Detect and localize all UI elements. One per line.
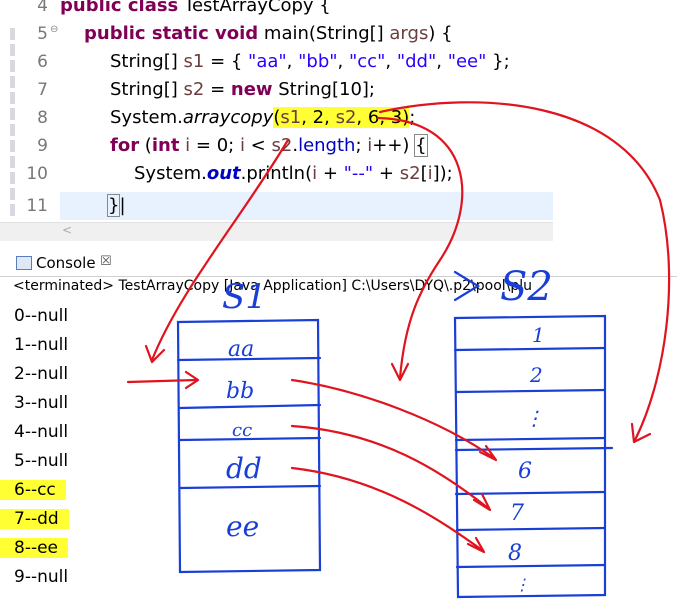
s1-cell: dd: [226, 452, 262, 485]
s1-cell: bb: [226, 379, 254, 404]
s2-cell: 7: [510, 501, 524, 526]
s2-cell: 1: [532, 323, 545, 347]
s1-cell: ee: [226, 510, 259, 543]
s1-cell: aa: [228, 337, 254, 362]
s1-cell: cc: [232, 420, 252, 441]
s2-cell: 2: [529, 363, 543, 387]
s2-label: S2: [500, 264, 553, 310]
s2-cell: ⋮: [514, 575, 530, 594]
s2-cell: 8: [508, 541, 522, 566]
s2-cell: ⋮: [524, 406, 544, 430]
s2-cell: 6: [518, 459, 532, 484]
handwritten-annotation: S1 S2 aa bb cc dd ee 1 2 ⋮ 6 7 8 ⋮: [126, 101, 671, 599]
s1-label: S1: [222, 277, 267, 317]
